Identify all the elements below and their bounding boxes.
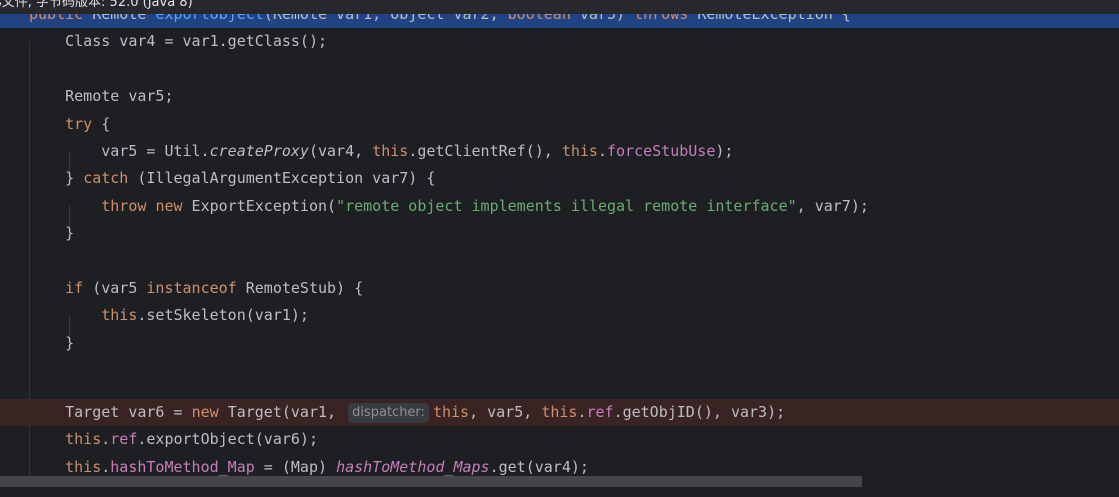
code-token: instanceof [146,279,237,297]
code-token: (Remote var1, Object var2, [263,14,508,23]
code-token: .get(var4); [489,457,589,476]
code-token: this [561,142,598,160]
parameter-name-hint: dispatcher: [348,402,429,423]
code-token: } [29,333,75,352]
code-line[interactable]: } catch (IllegalArgumentException var7) … [0,165,1119,192]
code-token: ref [586,402,614,421]
code-token: , var5, [469,402,542,421]
code-token: forceStubUse [607,142,716,160]
code-token: RemoteStub) { [236,279,364,297]
code-token: Target(var1, [218,402,346,421]
code-line[interactable]: Class var4 = var1.getClass(); [0,28,1119,55]
code-line[interactable]: var5 = Util.createProxy(var4, this.getCl… [0,138,1119,165]
code-token: throws [634,14,689,23]
code-token: .exportObject(var6); [137,430,318,449]
code-token: if [65,279,84,297]
ide-editor-window: s文件, 字节码版本: 52.0 (Java 8) public Remote … [0,0,1119,497]
code-line[interactable]: this.setSkeleton(var1); [0,302,1119,329]
code-token: . [597,142,607,160]
code-token: this [101,306,138,325]
code-token: (var4, [308,142,373,160]
decompiled-file-banner: s文件, 字节码版本: 52.0 (Java 8) [0,0,1119,14]
code-line-method-signature[interactable]: public Remote exportObject(Remote var1, … [0,14,1119,29]
code-line[interactable]: } [0,330,1119,357]
code-token: throw [101,196,147,215]
code-line[interactable]: if (var5 instanceof RemoteStub) { [0,275,1119,302]
code-token: Remote [83,14,156,23]
code-editor[interactable]: public Remote exportObject(Remote var1, … [0,14,1119,484]
code-line[interactable]: this.ref.exportObject(var6); [0,426,1119,453]
code-token: this [372,142,409,160]
code-token: RemoteException { [688,14,851,23]
code-token: , var7); [796,196,869,215]
code-token: ); [715,142,734,160]
code-token: exportObject [155,14,264,23]
code-token: ExportException( [182,196,337,215]
code-token: Class var4 = var1.getClass(); [29,32,328,51]
code-token: } [29,169,84,188]
code-token: ref [110,430,138,449]
code-token: this [432,402,470,421]
code-token: } [29,224,75,243]
code-token: new [155,196,183,215]
code-token: = (Map) [254,457,337,476]
code-token: "remote object implements illegal remote… [336,196,797,215]
code-token: hashToMethod_Map [110,457,255,476]
code-token: .setSkeleton(var1); [137,306,309,325]
code-token: try [65,114,93,133]
code-token: .getObjID(), var3); [613,402,786,421]
code-token: var3) [570,14,635,23]
code-token: var5 = Util. [29,142,210,160]
code-token: (IllegalArgumentException var7) { [128,169,436,188]
code-line[interactable]: try { [0,111,1119,138]
code-token: new [191,402,219,421]
code-token: hashToMethod_Maps [336,457,490,476]
code-token: Remote var5; [29,87,174,106]
code-token: this [65,457,102,476]
code-token: { [92,114,111,133]
code-line-breakpoint[interactable]: Target var6 = new Target(var1, dispatche… [0,398,1119,427]
banner-text: s文件, 字节码版本: 52.0 (Java 8) [0,0,193,10]
code-token: boolean [507,14,571,23]
code-line[interactable]: Remote var5; [0,83,1119,110]
code-token: createProxy [209,142,309,160]
code-token: public [29,14,84,23]
code-token: (var5 [83,279,147,297]
code-token: Target var6 = [29,402,192,421]
code-token: . [101,457,111,476]
code-token: . [101,430,111,449]
code-token: .getClientRef(), [408,142,562,160]
code-line[interactable]: } [0,220,1119,247]
code-token: this [65,430,102,449]
code-token: catch [83,169,129,188]
code-token: this [541,402,578,421]
code-line[interactable]: throw new ExportException("remote object… [0,193,1119,220]
horizontal-scrollbar-thumb[interactable] [0,476,862,487]
